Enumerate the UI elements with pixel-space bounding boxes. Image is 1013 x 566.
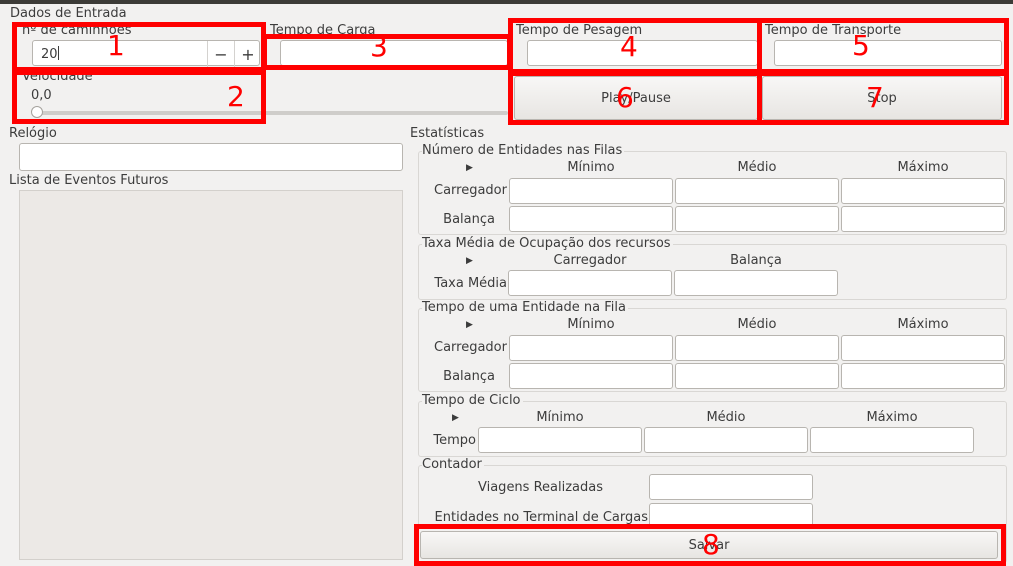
lista-eventos-title: Lista de Eventos Futuros [9,173,169,188]
col-header: Médio [706,410,746,425]
entidades-terminal-output[interactable] [649,503,813,529]
row-label: Taxa Média [434,276,507,291]
taxa-ocupacao-title: Taxa Média de Ocupação dos recursos [422,236,673,252]
tempo-pesagem-input[interactable] [527,40,758,66]
annotation-number-8: 8 [702,528,720,561]
dados-entrada-title: Dados de Entrada [10,6,127,21]
velocidade-label: Velocidade [22,69,93,84]
col-header: Mínimo [536,410,584,425]
tempo-transporte-input[interactable] [774,40,1002,66]
caminhoes-value: 20 [41,47,58,62]
entidades-carregador-med[interactable] [675,178,839,204]
tempo-ciclo-max[interactable] [810,427,974,453]
col-header: Máximo [897,160,949,175]
row-label: Carregador [434,340,507,355]
expander-arrow-icon[interactable]: ▶ [466,256,473,266]
lista-eventos-list[interactable] [19,190,403,560]
entidades-terminal-label: Entidades no Terminal de Cargas [434,510,648,525]
expander-arrow-icon[interactable]: ▶ [466,163,473,173]
tempo-fila-title: Tempo de uma Entidade na Fila [422,300,628,316]
viagens-output[interactable] [649,474,813,500]
row-label: Balança [443,369,495,384]
row-label: Balança [443,212,495,227]
annotation-number-6: 6 [616,81,634,114]
tempo-fila-balanca-max[interactable] [841,363,1005,389]
velocidade-slider-track[interactable] [32,111,508,115]
col-header: Mínimo [567,160,615,175]
col-header: Balança [730,253,782,268]
col-header: Mínimo [567,317,615,332]
row-label: Tempo [433,433,476,448]
text-cursor [57,46,59,60]
col-header: Máximo [897,317,949,332]
annotation-number-2: 2 [227,80,245,113]
relogio-display [19,143,403,171]
taxa-carregador[interactable] [508,270,672,296]
expander-arrow-icon[interactable]: ▶ [466,320,473,330]
entidades-balanca-max[interactable] [841,206,1005,232]
play-pause-button[interactable]: Play/Pause [514,76,758,120]
row-label: Carregador [434,183,507,198]
viagens-label: Viagens Realizadas [478,480,603,495]
tempo-ciclo-title: Tempo de Ciclo [422,393,523,409]
tempo-carga-input[interactable] [280,40,508,66]
caminhoes-spinbutton[interactable]: 20 − + [32,40,261,67]
annotation-number-3: 3 [370,30,388,63]
entidades-filas-title: Número de Entidades nas Filas [422,143,625,159]
tempo-fila-carregador-max[interactable] [841,335,1005,361]
entidades-carregador-max[interactable] [841,178,1005,204]
tempo-carga-label: Tempo de Carga [270,23,376,38]
taxa-balanca[interactable] [674,270,838,296]
col-header: Carregador [553,253,627,268]
annotation-number-4: 4 [620,30,638,63]
spin-increment-button[interactable]: + [235,41,261,67]
annotation-number-1: 1 [107,29,125,62]
estatisticas-title: Estatísticas [410,126,485,141]
expander-arrow-icon[interactable]: ▶ [452,413,459,423]
annotation-number-7: 7 [866,81,884,114]
tempo-transporte-label: Tempo de Transporte [765,23,902,38]
velocidade-value: 0,0 [31,88,52,103]
tempo-ciclo-med[interactable] [644,427,808,453]
entidades-balanca-min[interactable] [509,206,673,232]
entidades-balanca-med[interactable] [675,206,839,232]
tempo-fila-balanca-med[interactable] [675,363,839,389]
entidades-carregador-min[interactable] [509,178,673,204]
window-top-border [0,0,1013,4]
tempo-fila-carregador-min[interactable] [509,335,673,361]
tempo-fila-balanca-min[interactable] [509,363,673,389]
col-header: Médio [737,160,777,175]
relogio-title: Relógio [9,126,57,141]
col-header: Máximo [866,410,918,425]
spin-decrement-button[interactable]: − [208,41,234,67]
col-header: Médio [737,317,777,332]
tempo-fila-carregador-med[interactable] [675,335,839,361]
contador-title: Contador [422,457,484,473]
annotation-number-5: 5 [852,29,870,62]
tempo-ciclo-min[interactable] [478,427,642,453]
velocidade-slider-thumb[interactable] [31,106,43,118]
